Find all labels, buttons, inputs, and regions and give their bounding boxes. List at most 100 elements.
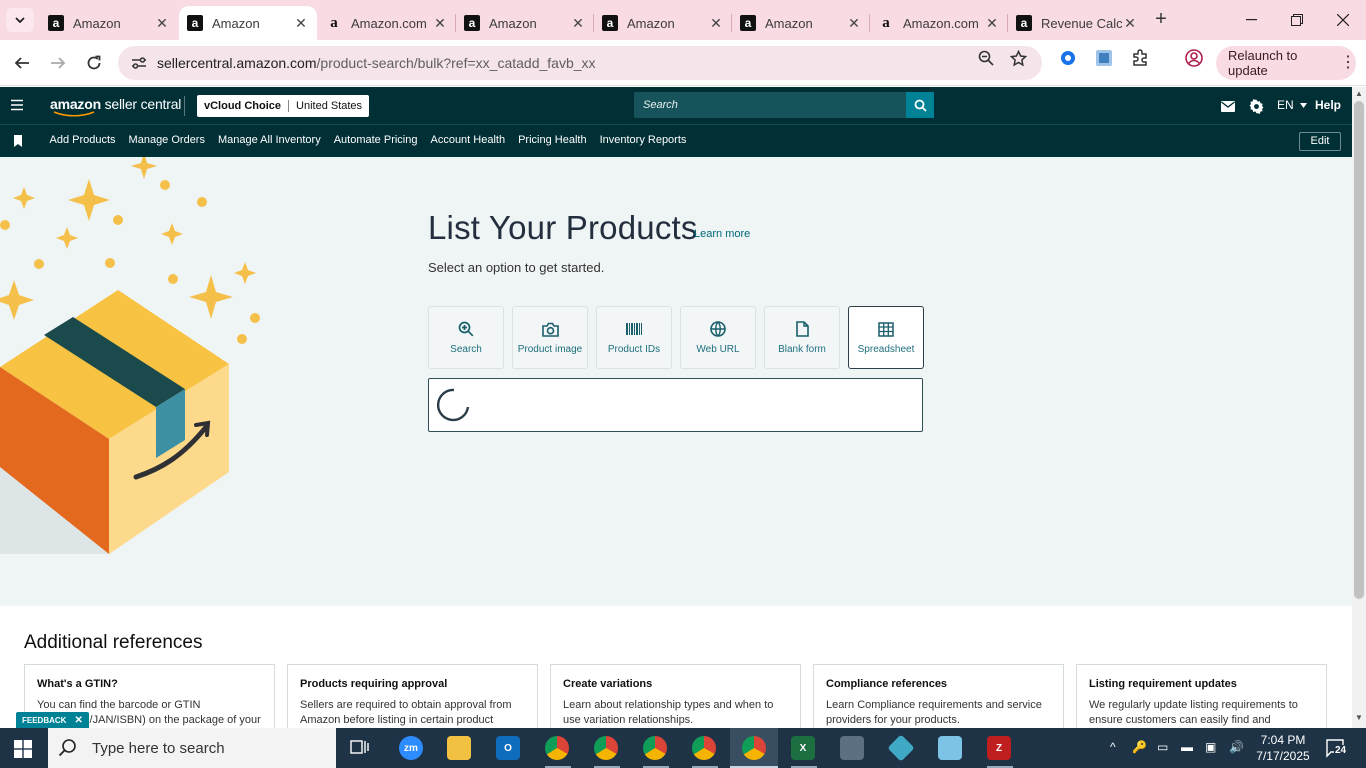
scroll-up-arrow-icon[interactable]: ▲ bbox=[1355, 89, 1363, 98]
amazon-smile-icon: a bbox=[882, 14, 890, 31]
calculator-icon[interactable] bbox=[838, 734, 866, 762]
browser-tab[interactable]: a Amazon ✕ bbox=[594, 6, 732, 40]
excel-icon[interactable]: X bbox=[789, 734, 817, 762]
option-search[interactable]: Search bbox=[428, 306, 504, 369]
notes-app-icon[interactable] bbox=[936, 734, 964, 762]
address-bar[interactable]: sellercentral.amazon.com/product-search/… bbox=[118, 46, 1042, 80]
close-icon[interactable]: ✕ bbox=[846, 15, 862, 32]
browser-tab[interactable]: a Amazon.com ✕ bbox=[870, 6, 1008, 40]
forward-arrow-icon[interactable] bbox=[44, 49, 72, 77]
notification-center-icon[interactable]: 24 bbox=[1325, 738, 1348, 758]
help-link[interactable]: Help bbox=[1315, 98, 1341, 112]
chrome-profile-icon[interactable] bbox=[592, 734, 620, 762]
option-spreadsheet[interactable]: Spreadsheet bbox=[848, 306, 924, 369]
spreadsheet-loading-panel bbox=[428, 378, 923, 432]
close-icon[interactable]: ✕ bbox=[293, 15, 309, 32]
edit-nav-button[interactable]: Edit bbox=[1299, 132, 1341, 151]
reference-card-compliance[interactable]: Compliance references Learn Compliance r… bbox=[813, 664, 1064, 734]
page-scrollbar[interactable]: ▲ ▼ bbox=[1352, 87, 1366, 728]
show-hidden-icons-icon[interactable]: ^ bbox=[1110, 740, 1116, 754]
extension-image-icon[interactable] bbox=[1094, 48, 1114, 68]
extensions-puzzle-icon[interactable] bbox=[1130, 48, 1150, 68]
reference-card-listing-updates[interactable]: Listing requirement updates We regularly… bbox=[1076, 664, 1327, 741]
scrollbar-thumb[interactable] bbox=[1354, 101, 1364, 599]
close-icon[interactable]: ✕ bbox=[432, 15, 448, 32]
minimize-icon[interactable] bbox=[1228, 0, 1274, 40]
gear-icon[interactable] bbox=[1248, 98, 1264, 114]
close-icon[interactable]: ✕ bbox=[74, 715, 82, 726]
seller-central-logo[interactable]: amazon seller central bbox=[50, 96, 181, 117]
nav-account-health[interactable]: Account Health bbox=[430, 134, 505, 146]
task-view-icon[interactable] bbox=[346, 734, 374, 762]
option-product-ids[interactable]: Product IDs bbox=[596, 306, 672, 369]
option-product-image[interactable]: Product image bbox=[512, 306, 588, 369]
hamburger-menu-icon[interactable] bbox=[10, 98, 24, 112]
amazon-a-icon: a bbox=[464, 15, 480, 31]
close-icon[interactable]: ✕ bbox=[154, 15, 170, 32]
page-title: List Your Products bbox=[428, 209, 698, 246]
chrome-profile-icon[interactable] bbox=[690, 734, 718, 762]
reference-card-approval[interactable]: Products requiring approval Sellers are … bbox=[287, 664, 538, 734]
tray-display-icon[interactable]: ▭ bbox=[1157, 740, 1168, 754]
reference-card-variations[interactable]: Create variations Learn about relationsh… bbox=[550, 664, 801, 734]
extension-compass-icon[interactable] bbox=[1058, 48, 1078, 68]
back-arrow-icon[interactable] bbox=[8, 49, 36, 77]
nav-pricing-health[interactable]: Pricing Health bbox=[518, 134, 586, 146]
mail-icon[interactable] bbox=[1220, 98, 1236, 114]
store-marketplace-switcher[interactable]: vCloud Choice United States bbox=[197, 95, 370, 117]
chrome-active-icon[interactable] bbox=[740, 734, 768, 762]
tray-app-icon[interactable]: 🔑 bbox=[1132, 740, 1147, 754]
volume-icon[interactable]: 🔊 bbox=[1229, 740, 1244, 754]
new-tab-plus-icon[interactable]: + bbox=[1150, 9, 1172, 31]
seller-search-input[interactable]: Search bbox=[634, 92, 906, 118]
close-icon[interactable]: ✕ bbox=[1122, 15, 1138, 32]
browser-tab[interactable]: a Amazon ✕ bbox=[40, 6, 178, 40]
reload-icon[interactable] bbox=[80, 49, 108, 77]
app-diamond-icon[interactable] bbox=[887, 734, 915, 762]
option-web-url[interactable]: Web URL bbox=[680, 306, 756, 369]
restore-icon[interactable] bbox=[1274, 0, 1320, 40]
taskbar-clock[interactable]: 7:04 PM 7/17/2025 bbox=[1255, 732, 1311, 764]
learn-more-link[interactable]: Learn more bbox=[694, 228, 750, 240]
close-icon[interactable]: ✕ bbox=[708, 15, 724, 32]
browser-tab-active[interactable]: a Amazon ✕ bbox=[179, 6, 317, 40]
filezilla-icon[interactable]: Z bbox=[985, 734, 1013, 762]
nav-manage-all-inventory[interactable]: Manage All Inventory bbox=[218, 134, 321, 146]
browser-tab[interactable]: a Amazon ✕ bbox=[732, 6, 870, 40]
battery-icon[interactable]: ▬ bbox=[1181, 740, 1193, 754]
nav-inventory-reports[interactable]: Inventory Reports bbox=[600, 134, 687, 146]
chrome-profile-icon[interactable] bbox=[543, 734, 571, 762]
search-button[interactable] bbox=[906, 92, 934, 118]
tab-title: Amazon bbox=[73, 15, 121, 31]
close-icon[interactable]: ✕ bbox=[984, 15, 1000, 32]
taskbar-search-box[interactable]: Type here to search bbox=[48, 728, 336, 768]
close-window-icon[interactable] bbox=[1320, 0, 1366, 40]
camera-icon bbox=[541, 320, 559, 338]
profile-avatar-icon[interactable] bbox=[1184, 48, 1204, 68]
file-explorer-icon[interactable] bbox=[445, 734, 473, 762]
relaunch-label: Relaunch to update bbox=[1228, 48, 1298, 78]
bookmark-icon[interactable] bbox=[13, 135, 23, 147]
windows-start-icon[interactable] bbox=[14, 740, 32, 758]
tab-search-button[interactable] bbox=[6, 8, 34, 32]
site-settings-icon[interactable] bbox=[124, 56, 154, 70]
language-selector[interactable]: EN bbox=[1277, 98, 1308, 112]
tab-title: Amazon.com bbox=[351, 15, 427, 31]
feedback-button[interactable]: FEEDBACK ✕ bbox=[16, 712, 89, 728]
outlook-icon[interactable]: O bbox=[494, 734, 522, 762]
browser-tab[interactable]: a Revenue Calculator ✕ bbox=[1008, 6, 1146, 40]
nav-manage-orders[interactable]: Manage Orders bbox=[129, 134, 205, 146]
nav-automate-pricing[interactable]: Automate Pricing bbox=[334, 134, 418, 146]
chrome-profile-icon[interactable] bbox=[641, 734, 669, 762]
zoom-icon[interactable] bbox=[976, 48, 996, 68]
zoom-app-icon[interactable]: zm bbox=[397, 734, 425, 762]
bookmark-star-icon[interactable] bbox=[1008, 48, 1028, 68]
nav-add-products[interactable]: Add Products bbox=[50, 134, 116, 146]
network-icon[interactable]: ▣ bbox=[1205, 740, 1216, 754]
option-blank-form[interactable]: Blank form bbox=[764, 306, 840, 369]
relaunch-update-button[interactable]: Relaunch to update ⋮ bbox=[1216, 46, 1356, 80]
browser-tab[interactable]: a Amazon ✕ bbox=[456, 6, 594, 40]
scroll-down-arrow-icon[interactable]: ▼ bbox=[1355, 713, 1363, 722]
browser-tab[interactable]: a Amazon.com ✕ bbox=[318, 6, 456, 40]
close-icon[interactable]: ✕ bbox=[570, 15, 586, 32]
